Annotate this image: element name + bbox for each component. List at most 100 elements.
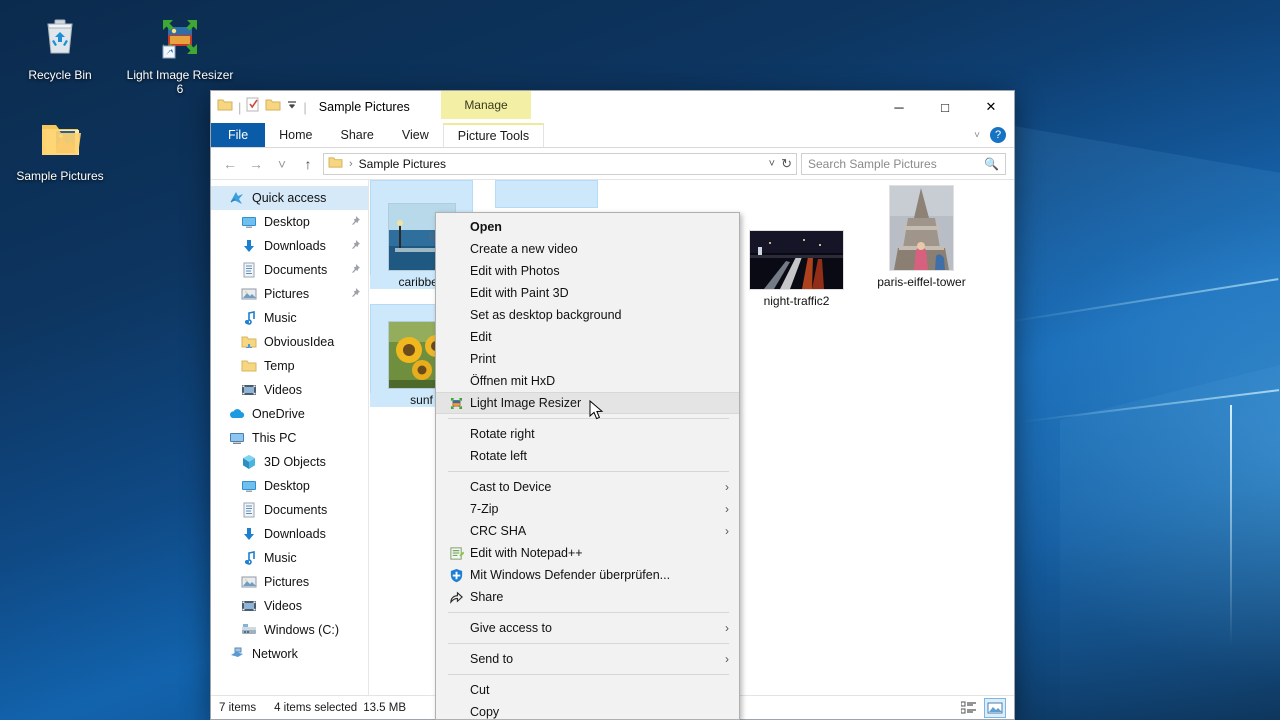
minimize-button[interactable]: ─ [876, 91, 922, 123]
back-button[interactable]: ← [219, 153, 241, 175]
tab-file[interactable]: File [211, 123, 265, 147]
menu-item-label: Give access to [470, 621, 552, 635]
sidebar-item-temp[interactable]: Temp [211, 354, 368, 378]
menu-item-print[interactable]: Print [436, 348, 739, 370]
qat-properties-icon[interactable] [217, 98, 233, 117]
help-icon[interactable]: ? [990, 127, 1006, 143]
desktop-icon-sample-pictures[interactable]: Sample Pictures [5, 113, 115, 183]
sidebar-item-videos[interactable]: Videos [211, 594, 368, 618]
menu-item-label: Create a new video [470, 242, 578, 256]
menu-item-create-a-new-video[interactable]: Create a new video [436, 238, 739, 260]
refresh-icon[interactable]: ↻ [781, 156, 792, 172]
breadcrumb[interactable]: › Sample Pictures ˅ ↻ [323, 153, 797, 175]
sidebar-item-pictures[interactable]: Pictures [211, 282, 368, 306]
tab-home[interactable]: Home [265, 123, 326, 147]
sidebar-item-music[interactable]: Music [211, 546, 368, 570]
menu-item-cast-to-device[interactable]: Cast to Device› [436, 476, 739, 498]
desktop: Recycle Bin Light Image Resizer 6 [0, 0, 1280, 720]
sidebar-item-documents[interactable]: Documents [211, 258, 368, 282]
menu-item-cut[interactable]: Cut [436, 679, 739, 701]
address-dropdown-icon[interactable]: ˅ [769, 158, 775, 170]
pin-icon[interactable] [350, 216, 360, 229]
tab-picture-tools[interactable]: Picture Tools [443, 123, 544, 147]
menu-item-set-as-desktop-background[interactable]: Set as desktop background [436, 304, 739, 326]
up-button[interactable]: ↑ [297, 153, 319, 175]
sidebar-item-label: Pictures [264, 287, 309, 301]
breadcrumb-path[interactable]: Sample Pictures [359, 157, 446, 171]
sidebar-item-downloads[interactable]: Downloads [211, 234, 368, 258]
sidebar-item-documents[interactable]: Documents [211, 498, 368, 522]
menu-item-rotate-left[interactable]: Rotate left [436, 445, 739, 467]
sidebar-item-this-pc[interactable]: This PC [211, 426, 368, 450]
menu-item-7-zip[interactable]: 7-Zip› [436, 498, 739, 520]
desktop-icon-recycle-bin[interactable]: Recycle Bin [5, 12, 115, 82]
sidebar-item-label: Music [264, 551, 297, 565]
download-icon [241, 238, 257, 254]
videos-icon [241, 598, 257, 614]
desktop-icon-light-image-resizer[interactable]: Light Image Resizer 6 [125, 12, 235, 96]
forward-button[interactable]: → [245, 153, 267, 175]
sidebar-item-quick-access[interactable]: Quick access [211, 186, 368, 210]
menu-item-label: Open [470, 220, 502, 234]
sidebar-item-obviousidea[interactable]: ObviousIdea [211, 330, 368, 354]
file-tile-night-traffic2[interactable]: night-traffic2 [745, 205, 848, 308]
sidebar-item-label: Desktop [264, 215, 310, 229]
sidebar-item-desktop[interactable]: Desktop [211, 474, 368, 498]
menu-item-label: Light Image Resizer [470, 396, 581, 410]
menu-item-edit-with-paint-3d[interactable]: Edit with Paint 3D [436, 282, 739, 304]
recent-locations-button[interactable]: ˅ [271, 153, 293, 175]
pin-icon[interactable] [350, 264, 360, 277]
pin-icon[interactable] [350, 288, 360, 301]
submenu-arrow-icon: › [725, 502, 729, 516]
sidebar-item-desktop[interactable]: Desktop [211, 210, 368, 234]
menu-item-give-access-to[interactable]: Give access to › [436, 617, 739, 639]
quick-access-toolbar[interactable]: | | [211, 91, 307, 123]
large-icons-view-icon[interactable] [984, 698, 1006, 718]
menu-item-edit[interactable]: Edit [436, 326, 739, 348]
search-icon[interactable]: 🔍 [984, 157, 999, 171]
menu-item-open[interactable]: Open [436, 216, 739, 238]
tab-view[interactable]: View [388, 123, 443, 147]
folder-icon [241, 358, 257, 374]
context-menu[interactable]: OpenCreate a new videoEdit with PhotosEd… [435, 212, 740, 720]
menu-item-edit-with-photos[interactable]: Edit with Photos [436, 260, 739, 282]
maximize-button[interactable]: □ [922, 91, 968, 123]
menu-item-rotate-right[interactable]: Rotate right [436, 423, 739, 445]
close-button[interactable]: ✕ [968, 91, 1014, 123]
menu-item-label: Print [470, 352, 496, 366]
window-controls[interactable]: ─ □ ✕ [876, 91, 1014, 123]
qat-new-folder-icon[interactable] [246, 97, 260, 117]
qat-customize-dropdown-icon[interactable] [286, 98, 298, 116]
sidebar-item-downloads[interactable]: Downloads [211, 522, 368, 546]
sidebar-item-music[interactable]: Music [211, 306, 368, 330]
chevron-down-icon[interactable]: ˅ [974, 130, 980, 141]
breadcrumb-separator: › [349, 158, 353, 170]
search-input[interactable]: Search Sample Pictures 🔍 [801, 153, 1006, 175]
menu-item-label: Cut [470, 683, 489, 697]
sidebar-item-label: Quick access [252, 191, 326, 205]
menu-item-share[interactable]: Share [436, 586, 739, 608]
sidebar-item-pictures[interactable]: Pictures [211, 570, 368, 594]
menu-item-crc-sha[interactable]: CRC SHA› [436, 520, 739, 542]
details-view-icon[interactable] [958, 698, 980, 718]
submenu-arrow-icon: › [725, 621, 729, 635]
tab-share[interactable]: Share [327, 123, 388, 147]
sidebar-item-label: Windows (C:) [264, 623, 339, 637]
menu-item-send-to[interactable]: Send to› [436, 648, 739, 670]
sidebar-item-onedrive[interactable]: OneDrive [211, 402, 368, 426]
qat-folder-icon[interactable] [265, 98, 281, 117]
submenu-arrow-icon: › [725, 480, 729, 494]
sidebar-item-network[interactable]: Network [211, 642, 368, 666]
sidebar-item-3d-objects[interactable]: 3D Objects [211, 450, 368, 474]
pin-icon[interactable] [350, 240, 360, 253]
menu-item-copy[interactable]: Copy [436, 701, 739, 720]
sidebar-item-windows-c[interactable]: Windows (C:) [211, 618, 368, 642]
file-tile-paris-eiffel-tower[interactable]: paris-eiffel-tower [870, 186, 973, 289]
sidebar-item-videos[interactable]: Videos [211, 378, 368, 402]
folder-shared-icon [241, 334, 257, 350]
menu-item-mit-windows-defender-berpr-fen[interactable]: Mit Windows Defender überprüfen... [436, 564, 739, 586]
menu-separator [448, 674, 729, 675]
menu-item-edit-with-notepad[interactable]: Edit with Notepad++ [436, 542, 739, 564]
menu-item-ffnen-mit-hxd[interactable]: Öffnen mit HxD [436, 370, 739, 392]
menu-item-light-image-resizer[interactable]: Light Image Resizer [436, 392, 739, 414]
